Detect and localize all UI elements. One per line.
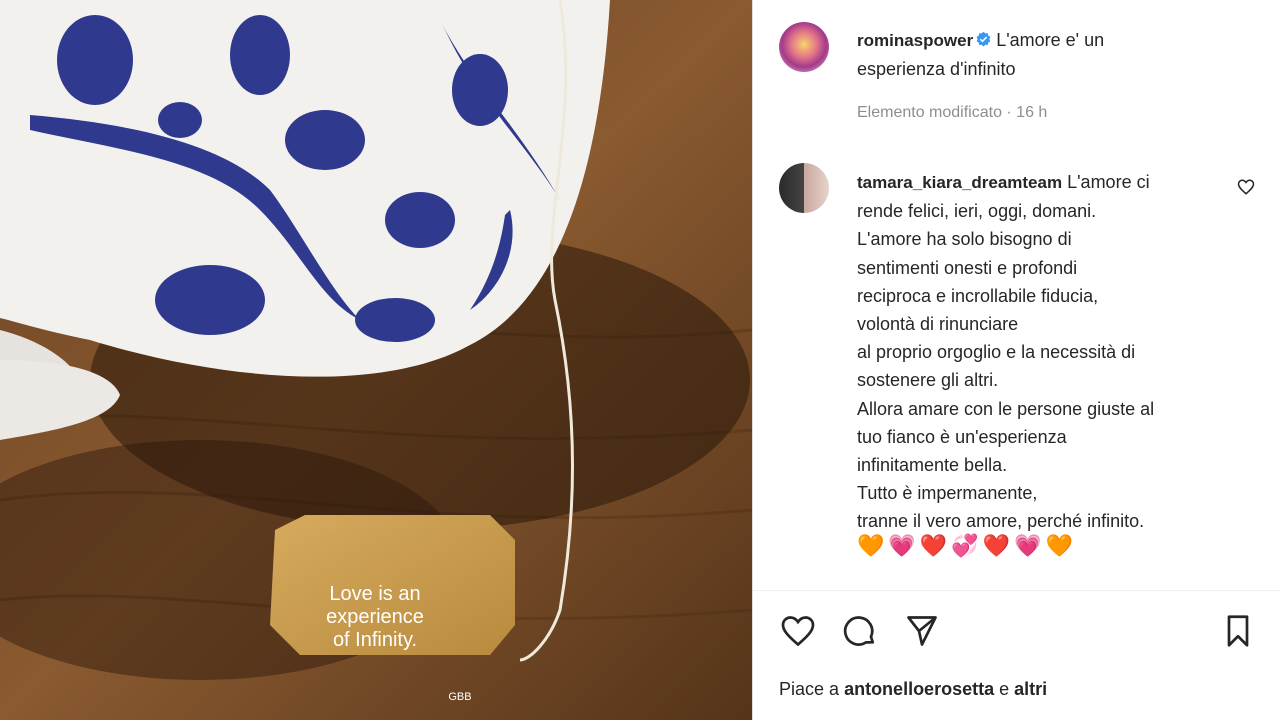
comment-first-line: L'amore ci xyxy=(1067,172,1150,192)
emoji: 🧡 xyxy=(857,533,885,558)
comment-body: tamara_kiara_dreamteam L'amore ci rende … xyxy=(857,168,1217,536)
tag-brand: GBB xyxy=(448,691,471,703)
emoji: 💞 xyxy=(951,533,979,558)
post-actions xyxy=(779,612,1269,650)
verified-badge-icon xyxy=(976,31,991,47)
caption-text-line1: L'amore e' un xyxy=(996,30,1105,50)
comment-line: sostenere gli altri. xyxy=(857,370,999,391)
commenter-avatar[interactable] xyxy=(779,163,829,213)
actions-divider xyxy=(753,590,1280,591)
comment-line: sentimenti onesti e profondi xyxy=(857,257,1078,278)
emoji: ❤️ xyxy=(982,533,1011,558)
commenter-username[interactable]: tamara_kiara_dreamteam xyxy=(857,173,1062,192)
comment-line: tuo fianco è un'esperienza xyxy=(857,426,1067,447)
likes-user[interactable]: antonelloerosetta xyxy=(844,679,994,699)
comment-emoji-row: 🧡 💗 ❤️ 💞 ❤️ 💗 🧡 xyxy=(857,532,1073,560)
comment-line: L'amore ha solo bisogno di xyxy=(857,229,1072,250)
emoji: 🧡 xyxy=(1045,533,1073,558)
author-avatar[interactable] xyxy=(779,22,829,72)
post-meta: Elemento modificato · 16 h xyxy=(857,104,1048,121)
emoji: 💗 xyxy=(1014,533,1042,558)
comment-line: al proprio orgoglio e la necessità di xyxy=(857,342,1136,363)
comment-line: Allora amare con le persone giuste al xyxy=(857,398,1155,419)
tag-text-line1: Love is an xyxy=(329,583,420,605)
post-detail-panel: rominaspower L'amore e' un esperienza d'i… xyxy=(752,0,1280,720)
comment-line: Tutto è impermanente, xyxy=(857,483,1038,504)
author-username[interactable]: rominaspower xyxy=(857,31,973,50)
paper-plane-icon[interactable] xyxy=(903,612,941,650)
tag-text-line3: of Infinity. xyxy=(333,629,417,651)
comment-icon[interactable] xyxy=(841,612,879,650)
likes-others[interactable]: altri xyxy=(1014,679,1047,699)
comment-like-heart-icon[interactable] xyxy=(1237,178,1255,196)
comment-line: reciproca e incrollabile fiducia, xyxy=(857,285,1099,306)
likes-prefix: Piace a xyxy=(779,679,840,699)
bookmark-icon[interactable] xyxy=(1219,612,1257,650)
caption-text-line2: esperienza d'infinito xyxy=(857,59,1016,79)
comment-line: volontà di rinunciare xyxy=(857,314,1019,335)
tag-text-line2: experience xyxy=(326,606,424,628)
emoji: ❤️ xyxy=(919,533,948,558)
emoji: 💗 xyxy=(888,533,916,558)
comment-line: infinitamente bella. xyxy=(857,455,1008,476)
likes-connector: e xyxy=(999,679,1010,699)
heart-icon[interactable] xyxy=(779,612,817,650)
likes-summary: Piace a antonelloerosetta e altri xyxy=(779,679,1047,700)
comment-line: rende felici, ieri, oggi, domani. xyxy=(857,201,1097,222)
post-image-illustration: Love is an experience of Infinity. GBB xyxy=(0,0,752,720)
post-caption: rominaspower L'amore e' un esperienza d'i… xyxy=(857,26,1157,83)
post-image[interactable]: Love is an experience of Infinity. GBB xyxy=(0,0,752,720)
